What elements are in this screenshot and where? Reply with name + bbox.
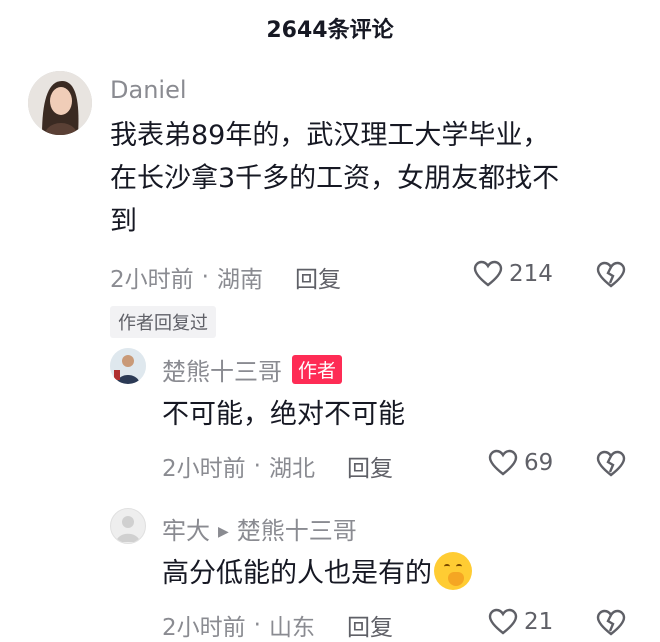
broken-heart-icon [596,609,626,636]
like-button[interactable]: 69 [488,449,553,477]
reply-meta: 2小时前 · 山东 回复 [162,608,393,642]
reply-button[interactable]: 回复 [347,449,393,483]
reply-meta: 2小时前 · 湖北 回复 [162,449,393,483]
comment-text-line: 我表弟89年的，武汉理工大学毕业， [110,120,550,151]
reply-time: 2小时前 [162,456,246,482]
comment-meta: 2小时前 · 湖南 回复 [110,260,341,294]
grinning-face-hand-over-mouth-icon [434,552,472,590]
dislike-button[interactable] [596,261,626,293]
reply-to-username[interactable]: 楚熊十三哥 [237,517,357,545]
dislike-button[interactable] [596,609,626,641]
reply-button[interactable]: 回复 [295,260,341,294]
reply-location: 湖北 [268,456,315,482]
comment-username[interactable]: Daniel [110,76,187,104]
reply-text: 不可能，绝对不可能 [162,399,405,430]
heart-icon [488,449,518,476]
author-tag: 作者 [292,355,343,384]
separator-dot: · [253,612,261,638]
comments-count-title: 2644条评论 [266,18,394,43]
separator-dot: · [253,453,261,479]
like-button[interactable]: 21 [488,608,553,636]
author-replied-badge: 作者回复过 [110,306,216,338]
comment-time: 2小时前 [110,267,194,293]
reply-to-arrow-icon: ▶ [218,524,229,540]
comment-location: 湖南 [216,267,263,293]
reply-time: 2小时前 [162,615,246,641]
reply-text-body: 高分低能的人也是有的 [162,558,432,589]
reply-username: 楚熊十三哥 作者 [162,352,343,387]
avatar-photo-icon [28,71,92,135]
avatar[interactable] [110,348,146,384]
like-count: 69 [524,450,554,476]
avatar-photo-icon [110,348,146,384]
default-avatar-icon [116,516,140,542]
comment-text: 我表弟89年的，武汉理工大学毕业， 在长沙拿3千多的工资，女朋友都找不 到 [110,114,559,243]
broken-heart-icon [596,261,626,288]
reply-button[interactable]: 回复 [347,608,393,642]
reply-username: 牢大 ▶ 楚熊十三哥 [162,511,357,546]
heart-icon [488,608,518,635]
comment-text-line: 到 [110,206,137,237]
separator-dot: · [201,264,209,290]
comment-text-line: 在长沙拿3千多的工资，女朋友都找不 [110,163,560,194]
reply-username-text[interactable]: 牢大 [162,517,210,545]
avatar[interactable] [28,71,92,135]
like-button[interactable]: 214 [473,260,553,288]
avatar[interactable] [110,508,146,544]
heart-icon [473,260,503,287]
reply-username-text[interactable]: 楚熊十三哥 [162,358,282,386]
reply-location: 山东 [268,615,315,641]
like-count: 214 [509,261,553,287]
reply-text: 高分低能的人也是有的 [162,552,472,595]
like-count: 21 [524,609,554,635]
broken-heart-icon [596,450,626,477]
dislike-button[interactable] [596,450,626,482]
